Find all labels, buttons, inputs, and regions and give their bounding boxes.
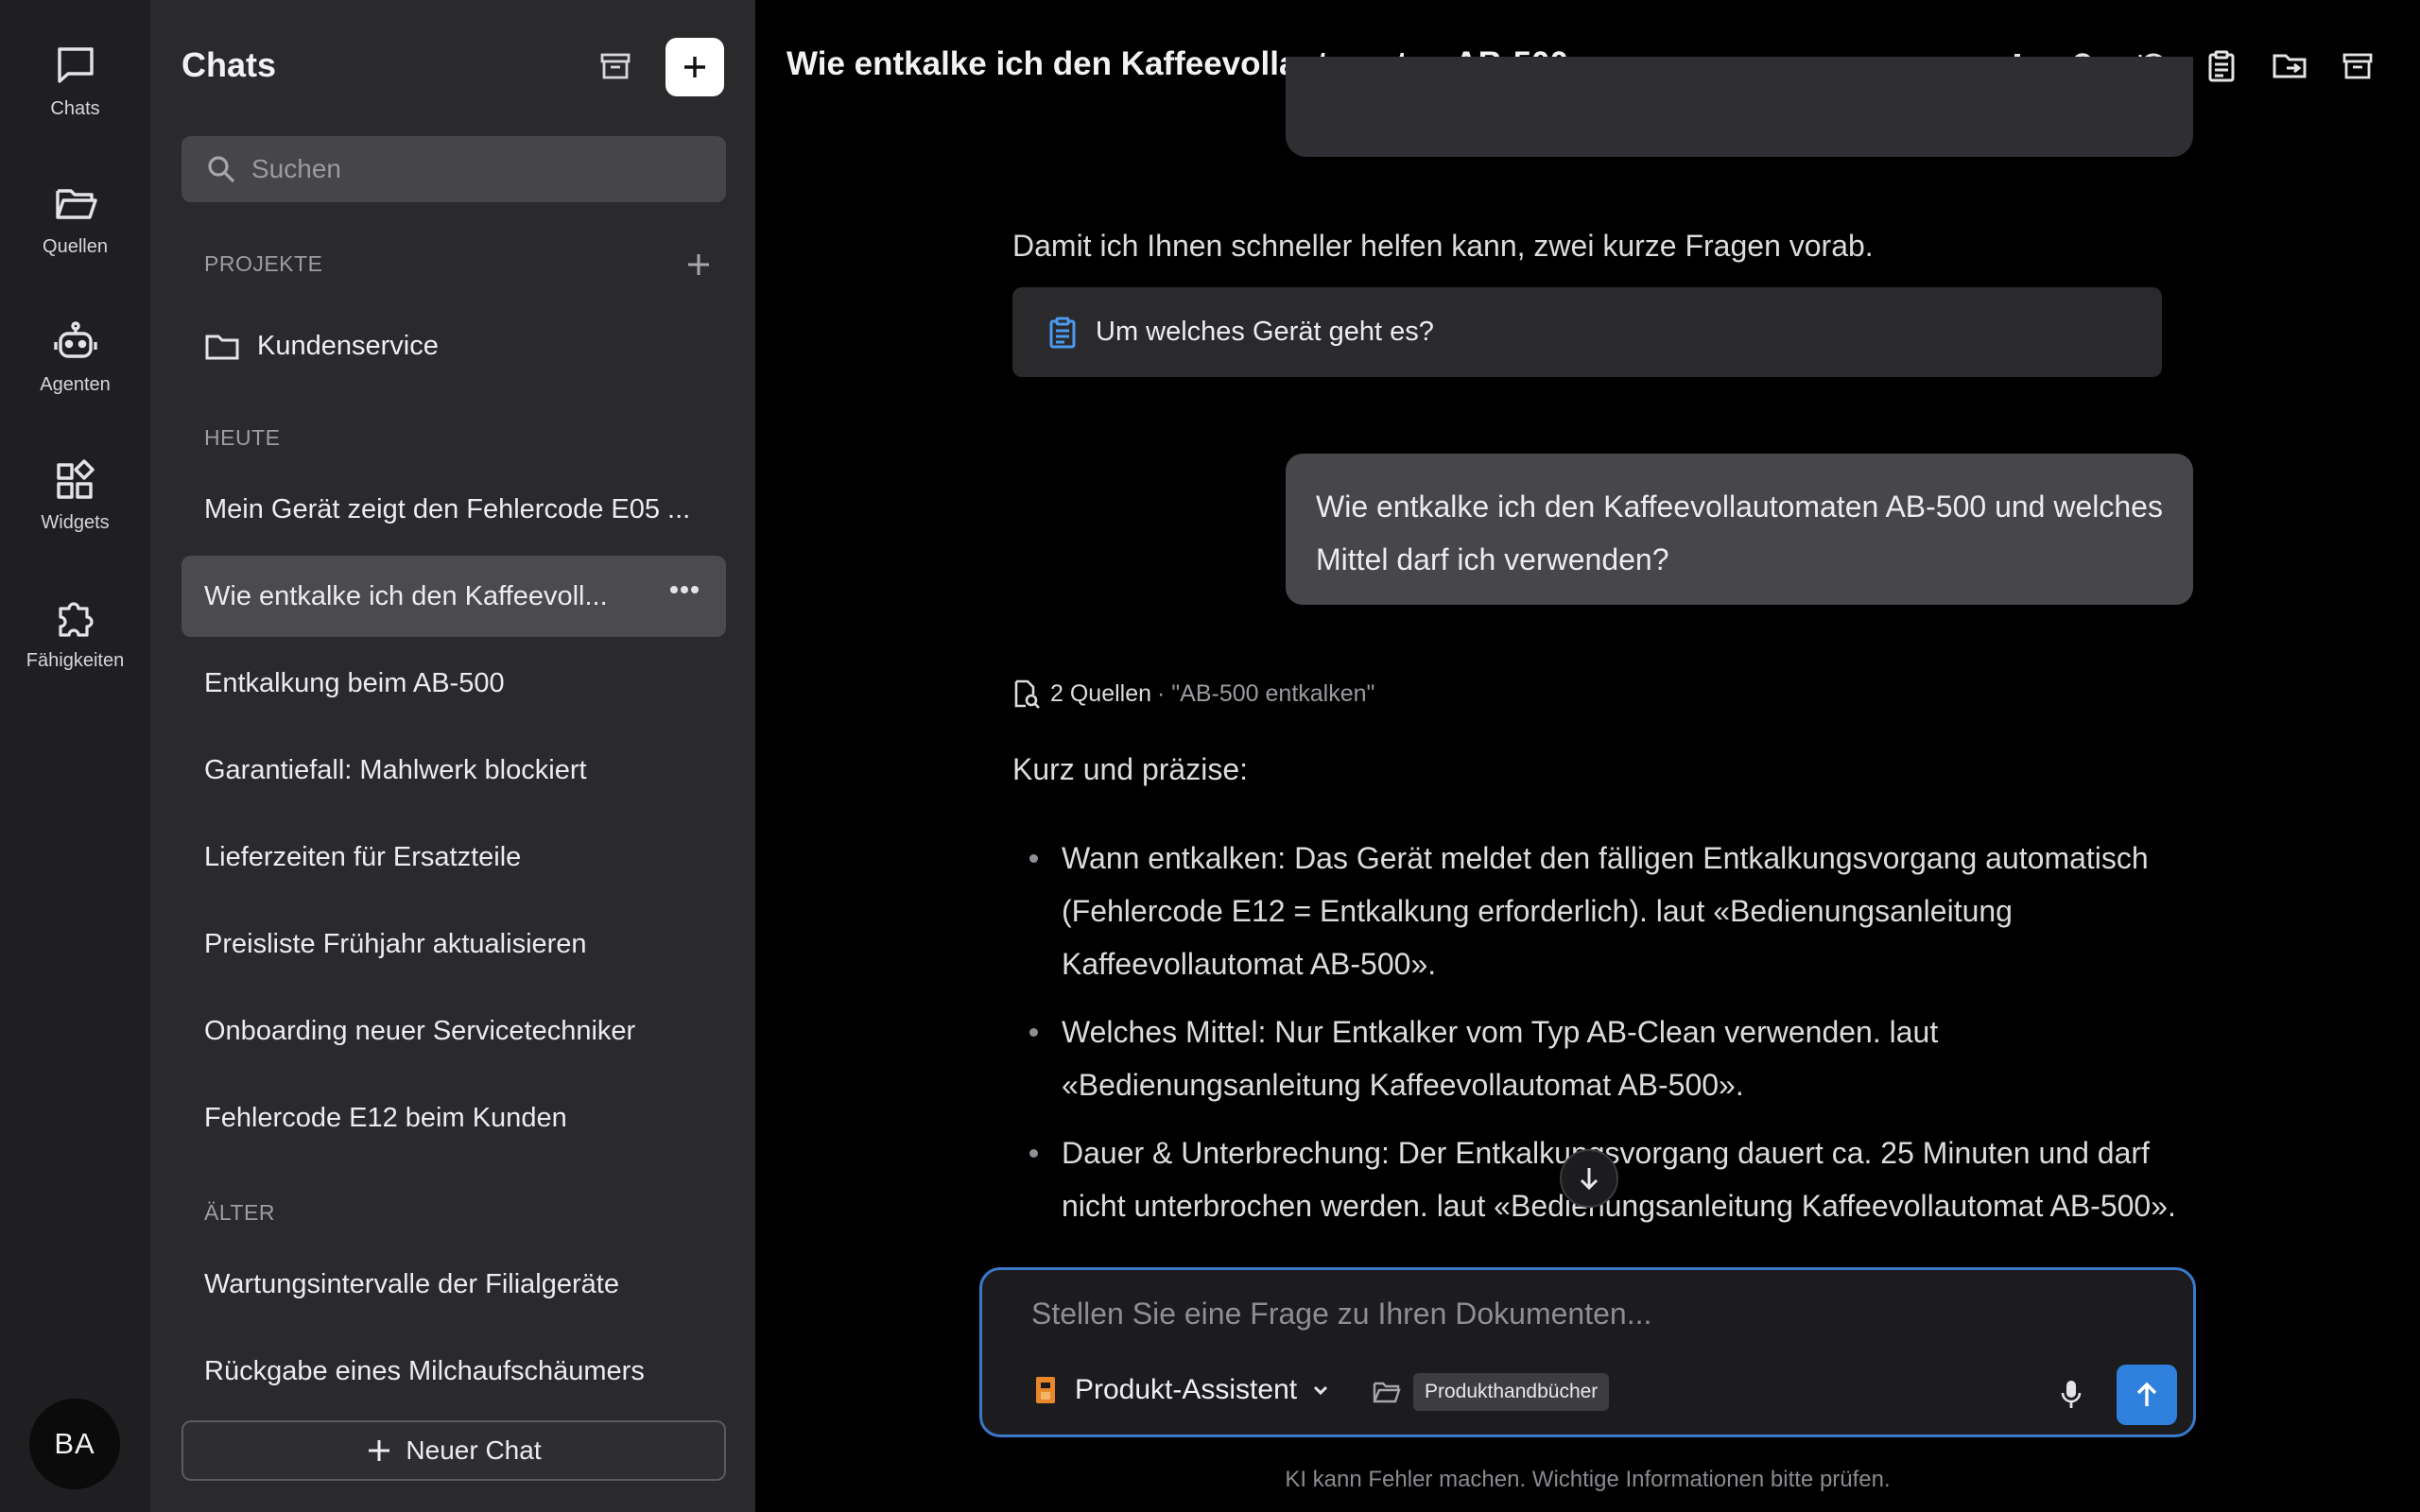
more-options-icon[interactable] (669, 584, 700, 595)
rail-item-widgets[interactable]: Widgets (0, 446, 150, 541)
section-projects: PROJEKTE (204, 251, 323, 276)
rail-item-chats[interactable]: Chats (0, 32, 150, 127)
section-today: HEUTE (204, 425, 281, 450)
question-text: Um welches Gerät geht es? (1096, 317, 1434, 347)
archive-chat-button[interactable] (2337, 45, 2378, 87)
project-item-kundenservice[interactable]: Kundenservice (204, 331, 439, 362)
chat-item[interactable]: Preisliste Frühjahr aktualisieren (182, 903, 726, 985)
sources-count: 2 Quellen (1050, 679, 1152, 707)
folder-icon (205, 335, 239, 359)
chat-item-label: Wie entkalke ich den Kaffeevoll... (204, 580, 608, 611)
avatar[interactable]: BA (29, 1399, 120, 1489)
chat-item-label: Preisliste Frühjahr aktualisieren (204, 928, 587, 959)
agent-icon (1036, 1377, 1055, 1403)
archive-icon (2342, 53, 2373, 79)
search-icon (208, 156, 235, 183)
folder-move-icon (2273, 54, 2307, 78)
search-box[interactable] (182, 136, 726, 202)
chat-item-active[interactable]: Wie entkalke ich den Kaffeevoll... (182, 556, 726, 637)
chat-sidebar: Chats PROJEKTE Kundenservice HEUTE Mein … (150, 0, 755, 1512)
new-chat-icon-button[interactable] (666, 38, 724, 96)
sources-indicator[interactable]: 2 Quellen · "AB-500 entkalken" (1012, 679, 1374, 709)
chat-item[interactable]: Wartungsintervalle der Filialgeräte (182, 1244, 726, 1325)
clipboard-icon (2208, 50, 2235, 82)
archive-button[interactable] (595, 45, 636, 87)
move-to-folder-button[interactable] (2269, 45, 2310, 87)
rail-item-faehigkeiten[interactable]: Fähigkeiten (0, 584, 150, 679)
sidebar-title: Chats (182, 45, 277, 84)
chat-item[interactable]: Rückgabe eines Milchaufschäumers (182, 1331, 726, 1412)
chat-bubble-icon (57, 47, 94, 83)
section-older: ÄLTER (204, 1200, 275, 1225)
chat-item-label: Wartungsintervalle der Filialgeräte (204, 1268, 619, 1299)
agent-label: Produkt-Assistent (1075, 1374, 1298, 1405)
chat-item[interactable]: Onboarding neuer Servicetechniker (182, 990, 726, 1072)
rail-label-chats: Chats (50, 98, 100, 119)
agent-selector[interactable]: Produkt-Assistent (1033, 1374, 1331, 1406)
plus-icon (688, 254, 709, 275)
chat-item[interactable]: Fehlercode E12 beim Kunden (182, 1077, 726, 1159)
chat-main: Wie entkalke ich den Kaffeevollautomaten… (755, 0, 2420, 1512)
chat-item-label: Onboarding neuer Servicetechniker (204, 1015, 636, 1046)
microphone-icon (2061, 1381, 2082, 1408)
search-input[interactable] (251, 154, 696, 184)
answer-bullet: Wann entkalken: Das Gerät meldet den fäl… (1012, 832, 2185, 990)
chat-item-label: Rückgabe eines Milchaufschäumers (204, 1355, 645, 1386)
arrow-down-icon (1580, 1168, 1599, 1191)
chat-item-label: Entkalkung beim AB-500 (204, 667, 505, 698)
disclaimer: KI kann Fehler machen. Wichtige Informat… (1285, 1467, 1891, 1492)
chat-item[interactable]: Entkalkung beim AB-500 (182, 643, 726, 724)
previous-user-bubble (1286, 57, 2193, 157)
answer-lead: Kurz und präzise: (1012, 752, 1249, 786)
nav-rail: Chats Quellen Agenten Widgets Fähigkeite… (0, 0, 150, 1512)
message-input[interactable] (1031, 1297, 2118, 1344)
question-card[interactable]: Um welches Gerät geht es? (1012, 287, 2162, 377)
plus-icon (369, 1440, 390, 1461)
rail-label-widgets: Widgets (41, 512, 110, 533)
send-button[interactable] (2117, 1365, 2177, 1425)
new-chat-button[interactable]: Neuer Chat (182, 1420, 726, 1481)
robot-icon (53, 321, 97, 358)
chat-item-label: Lieferzeiten für Ersatzteile (204, 841, 522, 872)
rail-item-quellen[interactable]: Quellen (0, 170, 150, 265)
chevron-down-icon (1314, 1385, 1328, 1396)
clipboard-list-icon (1049, 317, 1076, 348)
project-label: Kundenservice (257, 331, 439, 361)
puzzle-icon (58, 602, 94, 637)
arrow-up-icon (2136, 1382, 2157, 1406)
rail-label-quellen: Quellen (43, 236, 108, 257)
sources-query: · "AB-500 entkalken" (1157, 679, 1375, 707)
add-project-button[interactable] (682, 248, 716, 282)
chat-item[interactable]: Garantiefall: Mahlwerk blockiert (182, 730, 726, 811)
plus-icon (684, 57, 705, 77)
chat-item-label: Fehlercode E12 beim Kunden (204, 1102, 567, 1133)
chat-item-label: Garantiefall: Mahlwerk blockiert (204, 754, 587, 785)
source-chip[interactable]: Produkthandbücher (1413, 1373, 1610, 1411)
answer-bullet: Welches Mittel: Nur Entkalker vom Typ AB… (1012, 1005, 2185, 1111)
document-search-icon (1014, 679, 1040, 709)
chat-item-label: Mein Gerät zeigt den Fehlercode E05 ... (204, 493, 691, 524)
scroll-to-bottom-button[interactable] (1560, 1149, 1618, 1208)
clipboard-button[interactable] (2201, 45, 2242, 87)
assistant-intro: Damit ich Ihnen schneller helfen kann, z… (1012, 229, 1874, 263)
chat-item[interactable]: Lieferzeiten für Ersatzteile (182, 816, 726, 898)
folder-open-icon (1373, 1382, 1401, 1403)
new-chat-label: Neuer Chat (406, 1435, 542, 1465)
folder-open-icon (55, 189, 97, 219)
voice-input-button[interactable] (2050, 1374, 2092, 1416)
rail-item-agenten[interactable]: Agenten (0, 308, 150, 403)
chat-item[interactable]: Mein Gerät zeigt den Fehlercode E05 ... (182, 469, 726, 550)
user-message: Wie entkalke ich den Kaffeevollautomaten… (1286, 454, 2193, 605)
archive-icon (600, 53, 631, 79)
rail-label-faehigkeiten: Fähigkeiten (26, 650, 125, 671)
widgets-icon (56, 459, 95, 499)
rail-label-agenten: Agenten (40, 374, 111, 395)
composer: Produkt-Assistent Produkthandbücher (979, 1267, 2196, 1437)
